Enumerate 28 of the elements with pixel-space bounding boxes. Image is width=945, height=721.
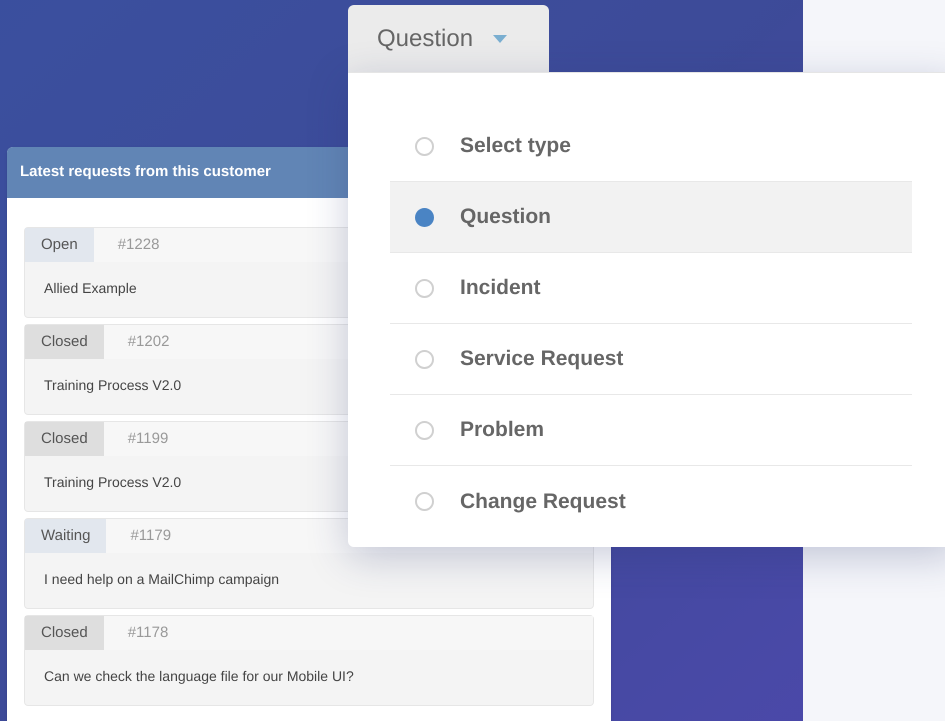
radio-button[interactable] [415,420,434,440]
radio-button[interactable] [415,278,434,298]
radio-button[interactable] [415,492,434,511]
radio-button[interactable] [415,208,434,226]
radio-button[interactable] [415,350,434,368]
request-number: #1202 [128,332,170,352]
caret-icon [493,34,508,42]
request-number: #1178 [128,622,168,643]
request-number: #1179 [130,526,172,546]
option-label: Incident [460,275,541,302]
request-item[interactable]: Closed #1178 Can we check the language file for our Mobile UI? [24,615,594,706]
request-subject: Allied Example [44,279,137,298]
type-dropdown[interactable]: Question [348,5,549,72]
request-number: #1199 [128,428,168,449]
request-number: #1228 [118,234,160,255]
radio-button[interactable] [415,136,434,156]
request-subject: Training Process V2.0 [44,473,182,492]
status-badge: Closed [25,616,104,650]
status-badge: Waiting [25,519,106,553]
request-subject: Training Process V2.0 [44,376,182,395]
card-title: Latest requests from this customer [20,162,271,182]
status-badge: Closed [25,325,104,359]
request-subject: Can we check the language file for our Mobile UI? [44,667,354,686]
status-badge: Closed [25,422,104,456]
request-subject: I need help on a MailChimp campaign [44,570,280,589]
status-badge: Open [25,228,94,262]
option-label: Select type [460,133,571,160]
type-option[interactable]: Question [390,182,912,253]
